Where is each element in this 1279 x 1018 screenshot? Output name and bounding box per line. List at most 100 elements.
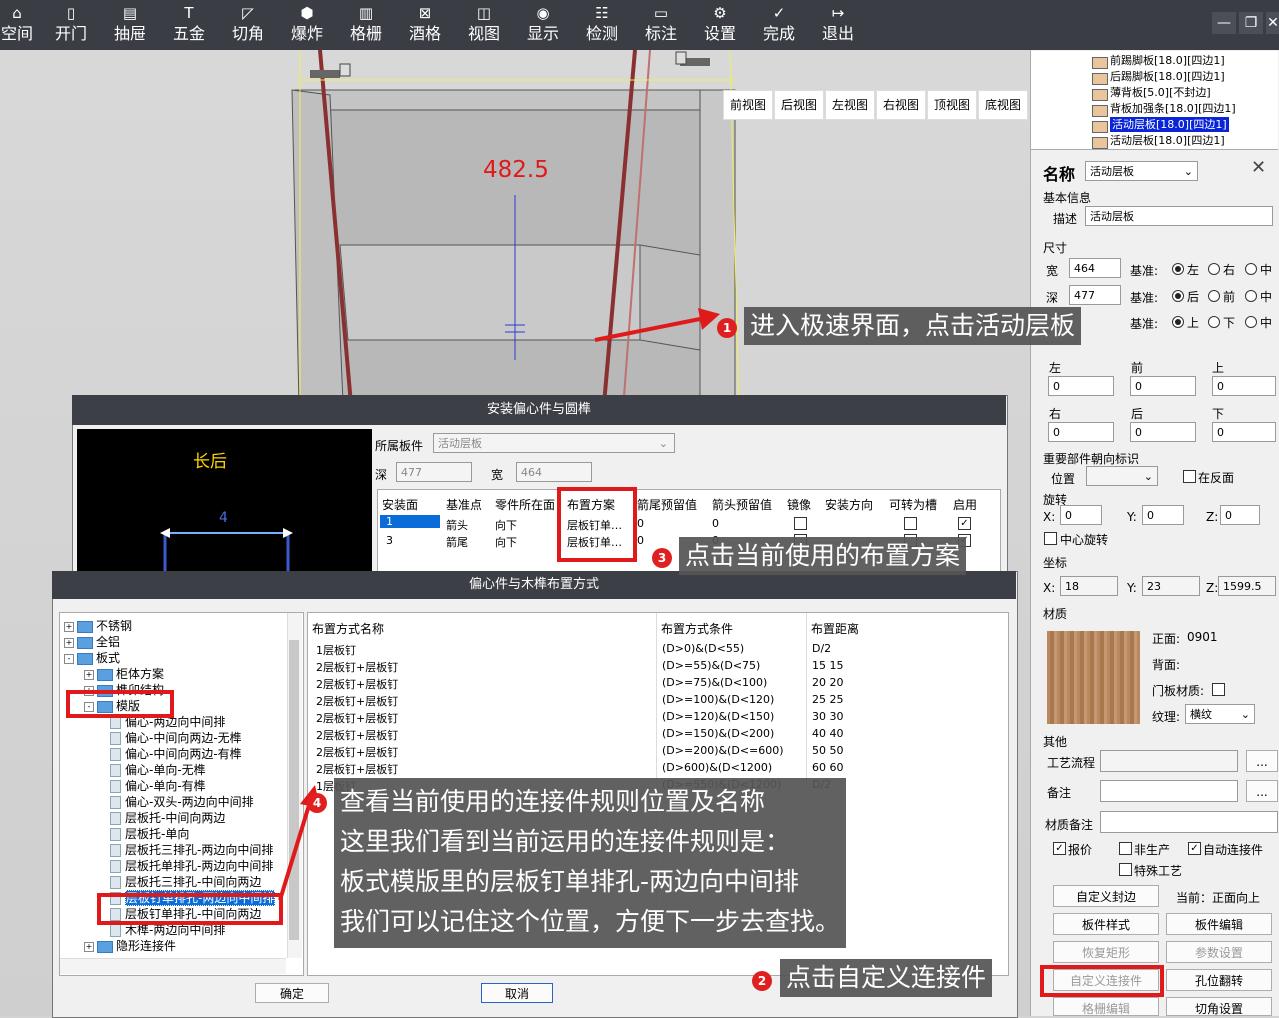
tree-rule[interactable]: 偏心-单向-有榫 — [110, 777, 206, 794]
toolbar-button-view[interactable]: ◫ 视图 — [455, 0, 513, 50]
minimize-button[interactable]: — — [1212, 12, 1236, 34]
board-edit-button[interactable]: 板件编辑 — [1166, 913, 1272, 935]
collapse-icon[interactable]: - — [64, 653, 74, 664]
toolbar-button-settings[interactable]: ⚙ 设置 — [691, 0, 749, 50]
tree-rule[interactable]: 层板托三排孔-两边向中间排 — [110, 841, 273, 858]
toolbar-button-inspect[interactable]: ☷ 检测 — [573, 0, 631, 50]
dlg-depth-field[interactable]: 477 — [396, 462, 472, 482]
tab-front-view[interactable]: 前视图 — [723, 90, 773, 120]
restore-button[interactable]: ❐ — [1239, 12, 1263, 34]
scheme-row[interactable] — [308, 708, 1006, 725]
close-icon[interactable]: ✕ — [1251, 157, 1266, 178]
grille-edit-button[interactable]: 格栅编辑 — [1053, 997, 1159, 1016]
move-left-field[interactable]: 0 — [1048, 376, 1114, 396]
auto-connector-checkbox[interactable]: ✓ — [1188, 842, 1201, 855]
toolbar-button-corner-cut[interactable]: ◸ 切角 — [219, 0, 277, 50]
tree-item-selected[interactable]: 活动层板[18.0][四边1] — [1110, 117, 1229, 132]
height-base-center-radio[interactable] — [1245, 316, 1257, 328]
scheme-row[interactable] — [308, 691, 1006, 708]
quote-checkbox[interactable]: ✓ — [1053, 842, 1066, 855]
coord-z-field[interactable]: 1599.5 — [1218, 576, 1276, 596]
rotate-z-field[interactable]: 0 — [1220, 505, 1260, 525]
toolbar-button-annotate[interactable]: ▭ 标注 — [632, 0, 690, 50]
width-base-left-radio[interactable] — [1172, 263, 1184, 275]
tree-rule[interactable]: 偏心-双头-两边向中间排 — [110, 793, 254, 810]
move-front-field[interactable]: 0 — [1130, 376, 1196, 396]
width-base-center-radio[interactable] — [1245, 263, 1257, 275]
tree-rule[interactable]: 层板托单排孔-两边向中间排 — [110, 857, 273, 874]
move-up-field[interactable]: 0 — [1212, 376, 1276, 396]
tab-back-view[interactable]: 后视图 — [774, 90, 824, 120]
custom-edge-button[interactable]: 自定义封边 — [1053, 885, 1159, 907]
tree-item[interactable]: 前踢脚板[18.0][四边1] — [1110, 53, 1225, 68]
expand-icon[interactable]: + — [64, 621, 74, 632]
width-base-right-radio[interactable] — [1208, 263, 1220, 275]
mirror-checkbox[interactable] — [794, 517, 807, 530]
rotate-x-field[interactable]: 0 — [1060, 505, 1102, 525]
tab-right-view[interactable]: 右视图 — [876, 90, 926, 120]
center-rotate-checkbox[interactable] — [1044, 532, 1057, 545]
coord-y-field[interactable]: 23 — [1142, 576, 1200, 596]
material-note-field[interactable] — [1100, 811, 1278, 833]
depth-base-back-radio[interactable] — [1172, 290, 1184, 302]
door-material-checkbox[interactable] — [1212, 683, 1225, 696]
height-base-top-radio[interactable] — [1172, 316, 1184, 328]
note-more-button[interactable]: ... — [1246, 780, 1278, 802]
expand-icon[interactable]: + — [64, 637, 74, 648]
depth-base-center-radio[interactable] — [1245, 290, 1257, 302]
board-select[interactable]: 活动层板 ⌄ — [433, 433, 675, 453]
tree-folder[interactable]: + 全铝 — [64, 633, 120, 650]
non-production-checkbox[interactable] — [1119, 842, 1132, 855]
tab-left-view[interactable]: 左视图 — [825, 90, 875, 120]
dlg-width-field[interactable]: 464 — [516, 462, 592, 482]
scheme-row[interactable] — [308, 725, 1006, 742]
scheme-row[interactable] — [308, 674, 1006, 691]
ok-button[interactable]: 确定 — [255, 983, 329, 1003]
height-base-bottom-radio[interactable] — [1208, 316, 1220, 328]
tree-folder[interactable]: + 隐形连接件 — [84, 937, 176, 954]
toolbar-button-display[interactable]: ◉ 显示 — [514, 0, 572, 50]
material-swatch[interactable] — [1047, 631, 1140, 724]
close-button[interactable]: ✕ — [1266, 12, 1279, 34]
depth-base-front-radio[interactable] — [1208, 290, 1220, 302]
grain-select[interactable]: 横纹 ⌄ — [1185, 704, 1255, 724]
tree-item[interactable]: 后踢脚板[18.0][四边1] — [1110, 69, 1225, 84]
tree-rule[interactable]: 层板托三排孔-中间向两边 — [110, 873, 261, 890]
restore-rect-button[interactable]: 恢复矩形 — [1053, 941, 1159, 963]
tree-item[interactable]: 薄背板[5.0][不封边] — [1110, 85, 1211, 100]
cut-settings-button[interactable]: 切角设置 — [1166, 997, 1272, 1016]
row-face[interactable]: 1 — [380, 515, 440, 528]
tab-bottom-view[interactable]: 底视图 — [978, 90, 1028, 120]
slot-checkbox[interactable] — [904, 517, 917, 530]
scheme-row[interactable] — [308, 742, 1006, 759]
move-back-field[interactable]: 0 — [1130, 422, 1196, 442]
hole-flip-button[interactable]: 孔位翻转 — [1166, 969, 1272, 991]
move-down-field[interactable]: 0 — [1212, 422, 1276, 442]
cancel-button[interactable]: 取消 — [481, 983, 553, 1003]
toolbar-button-explode[interactable]: ⬢ 爆炸 — [278, 0, 336, 50]
expand-icon[interactable]: + — [84, 941, 94, 952]
special-process-checkbox[interactable] — [1119, 863, 1132, 876]
coord-x-field[interactable]: 18 — [1060, 576, 1118, 596]
toolbar-button-finish[interactable]: ✓ 完成 — [750, 0, 808, 50]
scheme-row[interactable] — [308, 640, 1006, 657]
toolbar-button-exit[interactable]: ↦ 退出 — [809, 0, 867, 50]
width-field[interactable]: 464 — [1069, 258, 1121, 278]
tree-rule[interactable]: 偏心-中间向两边-无榫 — [110, 729, 242, 746]
tree-item[interactable]: 背板加强条[18.0][四边1] — [1110, 101, 1236, 116]
toolbar-button-space[interactable]: ⌂ 空间 — [0, 0, 46, 50]
note-field[interactable] — [1100, 780, 1238, 802]
toolbar-button-hardware[interactable]: T 五金 — [160, 0, 218, 50]
param-settings-button[interactable]: 参数设置 — [1166, 941, 1272, 963]
rotate-y-field[interactable]: 0 — [1142, 505, 1184, 525]
scheme-row[interactable] — [308, 759, 1006, 776]
move-right-field[interactable]: 0 — [1048, 422, 1114, 442]
process-field[interactable] — [1100, 750, 1238, 772]
tree-rule[interactable]: 偏心-单向-无榫 — [110, 761, 206, 778]
toolbar-button-door[interactable]: ▯ 开门 — [42, 0, 100, 50]
tree-folder[interactable]: + 柜体方案 — [84, 665, 164, 682]
toolbar-button-wine-rack[interactable]: ⊠ 酒格 — [396, 0, 454, 50]
tree-folder[interactable]: + 不锈钢 — [64, 617, 132, 634]
desc-field[interactable]: 活动层板 — [1085, 206, 1273, 226]
row-face[interactable]: 3 — [386, 534, 393, 547]
